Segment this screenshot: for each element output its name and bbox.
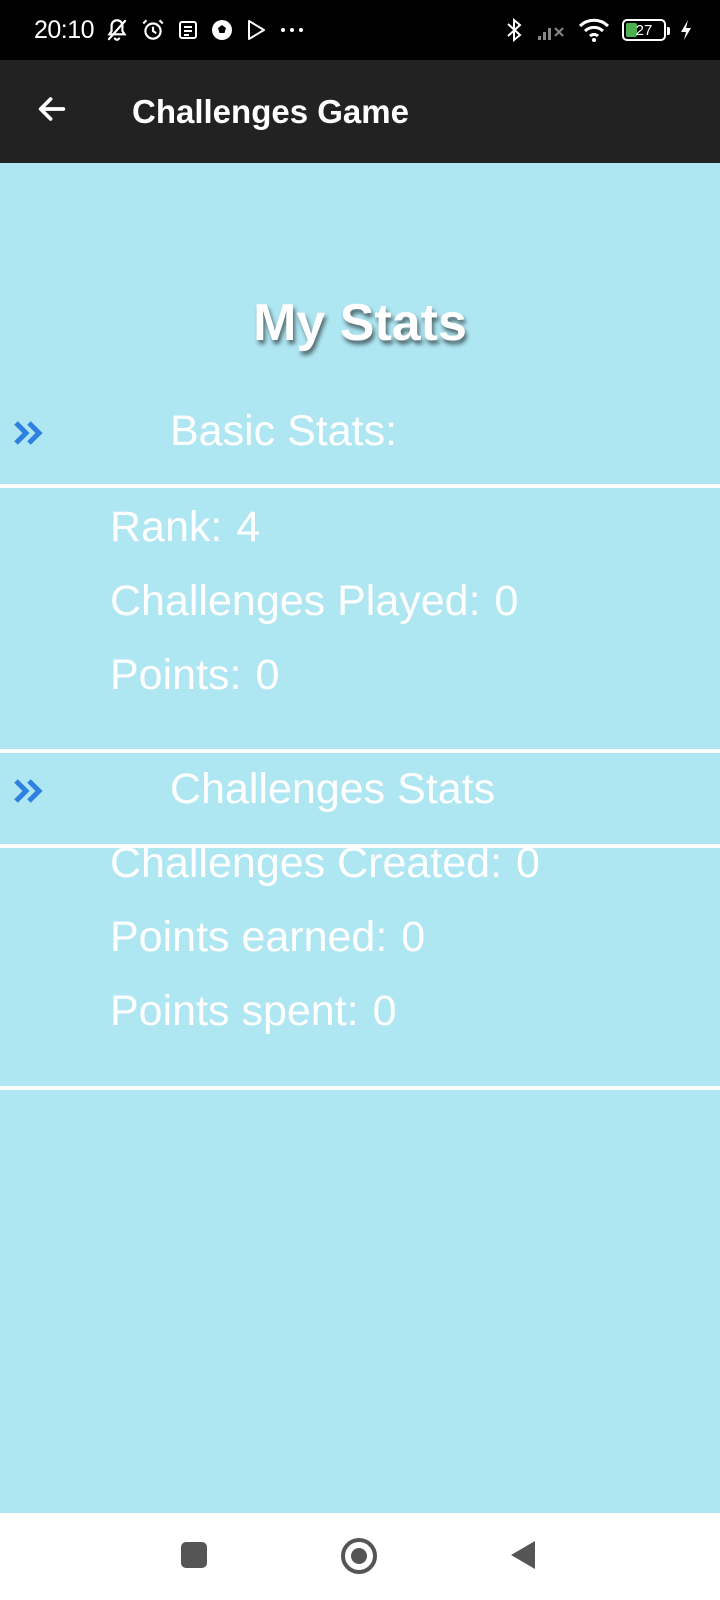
back-button[interactable] bbox=[22, 82, 82, 142]
back-triangle-icon bbox=[508, 1539, 538, 1576]
page-title: My Stats bbox=[253, 294, 467, 352]
divider bbox=[0, 484, 720, 488]
arrow-left-icon bbox=[35, 92, 69, 131]
system-back-button[interactable] bbox=[508, 1539, 538, 1576]
stat-points: Points: 0 bbox=[110, 651, 279, 700]
divider bbox=[0, 749, 720, 753]
stat-value: 0 bbox=[494, 577, 519, 625]
stat-label: Points earned: bbox=[110, 913, 388, 961]
home-circle-icon bbox=[340, 1537, 378, 1580]
stat-label: Challenges Played: bbox=[110, 577, 481, 625]
alarm-icon bbox=[140, 17, 166, 43]
bluetooth-icon bbox=[504, 16, 524, 44]
stat-label: Challenges Created: bbox=[110, 839, 503, 887]
stat-value: 4 bbox=[236, 503, 261, 551]
status-time: 20:10 bbox=[34, 15, 95, 44]
recents-square-icon bbox=[180, 1541, 208, 1574]
signal-icon bbox=[536, 18, 566, 42]
more-dots-icon bbox=[278, 18, 306, 42]
app-bar: Challenges Game bbox=[0, 60, 720, 163]
stat-points-spent: Points spent: 0 bbox=[110, 987, 397, 1036]
app-title: Challenges Game bbox=[132, 92, 409, 130]
status-bar: 20:10 27 bbox=[0, 0, 720, 60]
system-nav-bar bbox=[0, 1513, 720, 1600]
play-store-icon bbox=[244, 18, 268, 42]
wifi-icon bbox=[578, 17, 610, 43]
stat-value: 0 bbox=[372, 987, 397, 1035]
stat-label: Points spent: bbox=[110, 987, 359, 1035]
status-right: 27 bbox=[504, 16, 694, 44]
section-title: Basic Stats: bbox=[170, 407, 398, 455]
stat-value: 0 bbox=[516, 839, 540, 887]
charging-icon bbox=[678, 18, 694, 42]
home-button[interactable] bbox=[340, 1537, 378, 1580]
stat-value: 0 bbox=[401, 913, 426, 961]
soccer-icon bbox=[210, 18, 234, 42]
status-left: 20:10 bbox=[34, 16, 306, 45]
stat-challenges-created: Challenges Created: 0 bbox=[110, 839, 540, 888]
section-basic-stats[interactable]: Basic Stats: bbox=[0, 403, 720, 463]
stat-points-earned: Points earned: 0 bbox=[110, 913, 425, 962]
battery-level: 27 bbox=[635, 21, 653, 39]
stat-label: Rank: bbox=[110, 503, 223, 551]
news-icon bbox=[176, 18, 200, 42]
stat-challenges-played: Challenges Played: 0 bbox=[110, 577, 518, 626]
stats-content: My Stats Basic Stats: Rank: 4 Challenges … bbox=[0, 163, 720, 1513]
double-chevron-right-icon[interactable] bbox=[12, 775, 48, 812]
muted-bell-icon bbox=[104, 17, 130, 43]
section-title: Challenges Stats bbox=[170, 765, 496, 813]
battery-icon: 27 bbox=[622, 19, 670, 41]
stat-label: Points: bbox=[110, 651, 242, 699]
section-challenges-stats[interactable]: Challenges Stats bbox=[0, 761, 720, 821]
stat-rank: Rank: 4 bbox=[110, 503, 260, 552]
double-chevron-right-icon[interactable] bbox=[12, 417, 48, 454]
divider bbox=[0, 1086, 720, 1090]
recents-button[interactable] bbox=[180, 1541, 208, 1574]
stat-value: 0 bbox=[255, 651, 280, 699]
